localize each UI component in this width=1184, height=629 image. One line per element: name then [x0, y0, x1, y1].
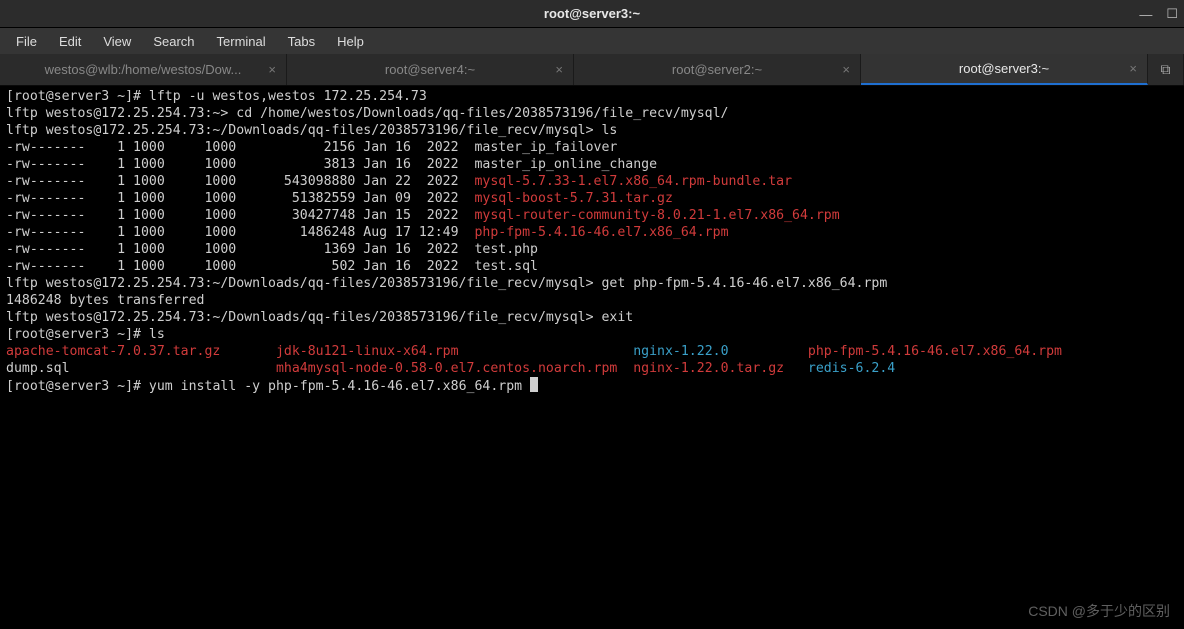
terminal-line: 1486248 bytes transferred — [6, 292, 1178, 309]
tab-0[interactable]: westos@wlb:/home/westos/Dow... × — [0, 54, 287, 85]
terminal-line: [root@server3 ~]# ls — [6, 326, 1178, 343]
terminal-line: -rw------- 1 1000 1000 3813 Jan 16 2022 … — [6, 156, 1178, 173]
terminal-line: lftp westos@172.25.254.73:~/Downloads/qq… — [6, 309, 1178, 326]
close-icon[interactable]: × — [842, 62, 850, 77]
menu-search[interactable]: Search — [143, 32, 204, 51]
menu-terminal[interactable]: Terminal — [207, 32, 276, 51]
terminal-line: [root@server3 ~]# yum install -y php-fpm… — [6, 377, 1178, 395]
terminal-line: apache-tomcat-7.0.37.tar.gz jdk-8u121-li… — [6, 343, 1178, 360]
tab-3[interactable]: root@server3:~ × — [861, 54, 1148, 85]
menu-edit[interactable]: Edit — [49, 32, 91, 51]
terminal-line: -rw------- 1 1000 1000 51382559 Jan 09 2… — [6, 190, 1178, 207]
terminal-line: -rw------- 1 1000 1000 2156 Jan 16 2022 … — [6, 139, 1178, 156]
terminal-line: -rw------- 1 1000 1000 502 Jan 16 2022 t… — [6, 258, 1178, 275]
terminal-line: dump.sql mha4mysql-node-0.58-0.el7.cento… — [6, 360, 1178, 377]
terminal-line: -rw------- 1 1000 1000 1369 Jan 16 2022 … — [6, 241, 1178, 258]
tabbar: westos@wlb:/home/westos/Dow... × root@se… — [0, 54, 1184, 86]
close-icon[interactable]: × — [268, 62, 276, 77]
menu-file[interactable]: File — [6, 32, 47, 51]
tab-label: westos@wlb:/home/westos/Dow... — [45, 62, 242, 77]
terminal-output[interactable]: [root@server3 ~]# lftp -u westos,westos … — [0, 86, 1184, 629]
tab-label: root@server2:~ — [672, 62, 762, 77]
terminal-line: -rw------- 1 1000 1000 30427748 Jan 15 2… — [6, 207, 1178, 224]
minimize-button[interactable]: — — [1139, 7, 1152, 22]
terminal-line: lftp westos@172.25.254.73:~> cd /home/we… — [6, 105, 1178, 122]
close-icon[interactable]: × — [1129, 61, 1137, 76]
menubar: File Edit View Search Terminal Tabs Help — [0, 28, 1184, 54]
terminal-line: -rw------- 1 1000 1000 543098880 Jan 22 … — [6, 173, 1178, 190]
window-controls: — ☐ — [1139, 0, 1178, 28]
tab-add-button[interactable]: ⧉ — [1148, 54, 1184, 85]
terminal-line: lftp westos@172.25.254.73:~/Downloads/qq… — [6, 275, 1178, 292]
tab-2[interactable]: root@server2:~ × — [574, 54, 861, 85]
maximize-button[interactable]: ☐ — [1166, 6, 1178, 22]
cursor — [530, 377, 538, 392]
tab-label: root@server4:~ — [385, 62, 475, 77]
terminal-line: lftp westos@172.25.254.73:~/Downloads/qq… — [6, 122, 1178, 139]
menu-view[interactable]: View — [93, 32, 141, 51]
menu-help[interactable]: Help — [327, 32, 374, 51]
terminal-line: [root@server3 ~]# lftp -u westos,westos … — [6, 88, 1178, 105]
tab-label: root@server3:~ — [959, 61, 1049, 76]
terminal-line: -rw------- 1 1000 1000 1486248 Aug 17 12… — [6, 224, 1178, 241]
tab-1[interactable]: root@server4:~ × — [287, 54, 574, 85]
titlebar: root@server3:~ — ☐ — [0, 0, 1184, 28]
close-icon[interactable]: × — [555, 62, 563, 77]
window-title: root@server3:~ — [544, 6, 640, 21]
menu-tabs[interactable]: Tabs — [278, 32, 325, 51]
